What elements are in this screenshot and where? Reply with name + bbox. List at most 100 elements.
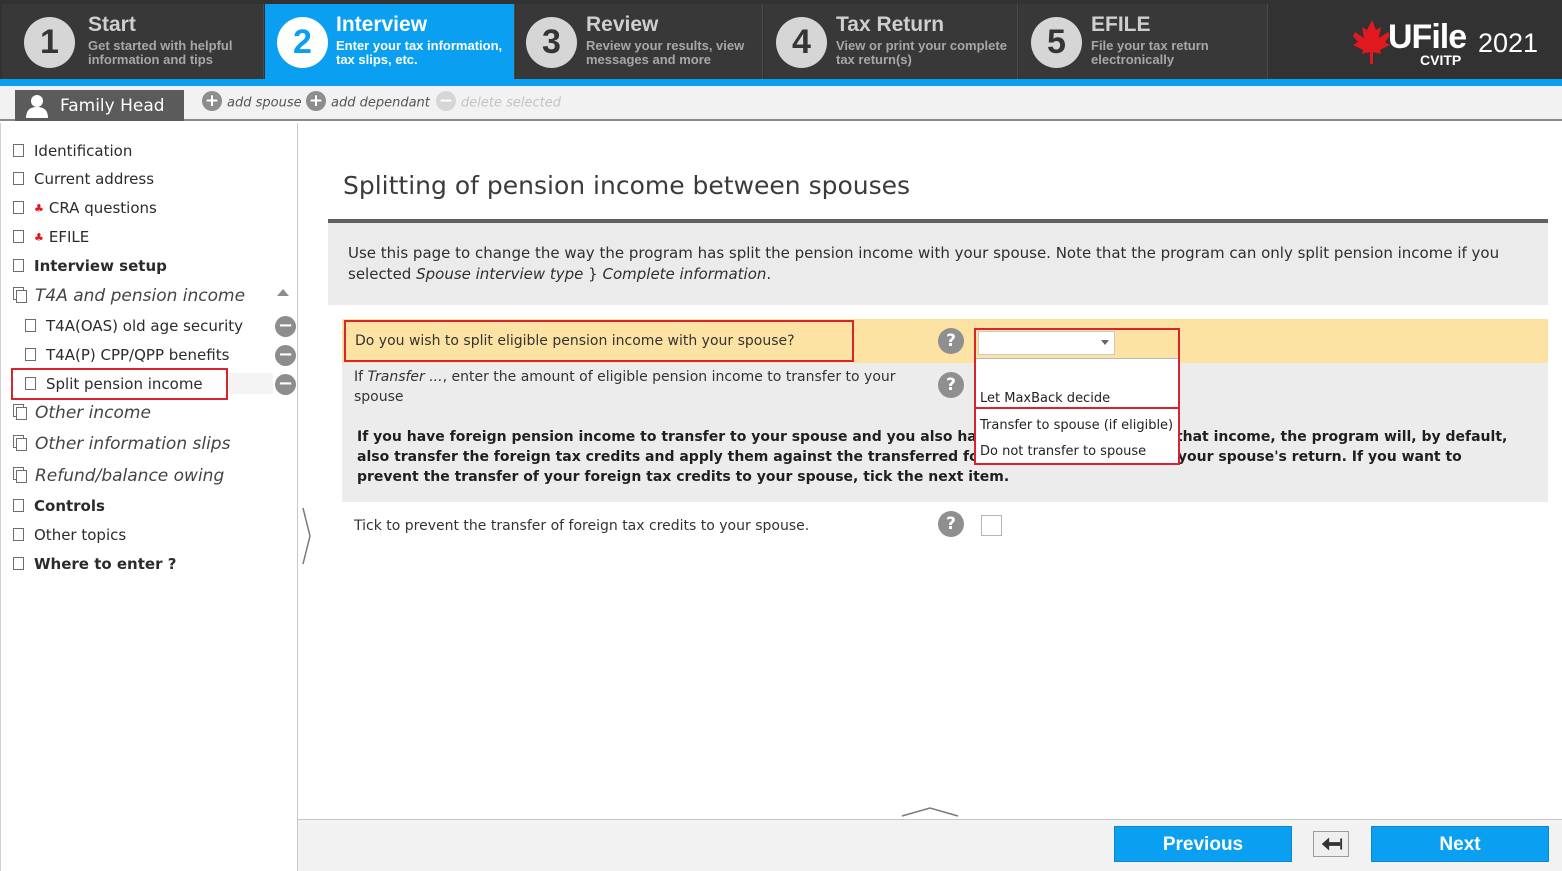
prevent-transfer-checkbox[interactable]	[981, 515, 1002, 536]
sidebar-item-t4a-oas[interactable]: T4A(OAS) old age security	[25, 317, 243, 339]
sidebar-item-label: Other income	[35, 403, 151, 423]
checkbox-icon	[13, 557, 24, 570]
remove-t4a-oas-button[interactable]: −	[275, 316, 296, 337]
step-efile[interactable]: 5 EFILE File your tax return electronica…	[1019, 4, 1268, 79]
split-pension-select[interactable]	[978, 331, 1115, 355]
remove-t4a-p-button[interactable]: −	[275, 345, 296, 366]
sidebar-item-controls[interactable]: Controls	[13, 497, 105, 519]
sidebar-item-label: Current address	[34, 170, 155, 188]
checkbox-icon	[13, 201, 24, 214]
interview-sidebar: Identification Current address ♣ CRA ques…	[0, 123, 298, 871]
step-interview[interactable]: 2 Interview Enter your tax information, …	[265, 4, 515, 79]
intro-emphasis: Spouse interview type	[416, 265, 584, 283]
intro-text-part: }	[583, 265, 603, 283]
add-spouse-button[interactable]: + add spouse	[202, 91, 302, 111]
family-bar: Family Head + add spouse + add dependant −…	[0, 86, 1562, 121]
checkbox-icon	[13, 259, 24, 272]
step-description: File your tax return electronically	[1091, 38, 1209, 67]
sidebar-group-other-slips[interactable]: Other information slips	[13, 434, 230, 456]
dropdown-option-maxback[interactable]: Let MaxBack decide	[976, 386, 1178, 410]
delete-selected-label: delete selected	[461, 95, 561, 111]
sidebar-item-cra-questions[interactable]: ♣ CRA questions	[13, 199, 157, 221]
step-description: Review your results, view messages and m…	[586, 38, 745, 67]
maple-leaf-icon: ♣	[34, 202, 44, 215]
sidebar-item-t4a-p[interactable]: T4A(P) CPP/QPP benefits	[25, 346, 229, 368]
sidebar-group-t4a-pension[interactable]: T4A and pension income	[13, 286, 245, 308]
transfer-amount-question: If Transfer ..., enter the amount of eli…	[354, 367, 914, 407]
help-icon[interactable]: ?	[938, 511, 964, 537]
selected-row-background	[228, 373, 273, 394]
checkbox-icon	[25, 348, 36, 361]
sidebar-item-label: EFILE	[48, 228, 90, 246]
dropdown-option-transfer[interactable]: Transfer to spouse (if eligible)	[976, 413, 1178, 437]
delete-selected-button[interactable]: − delete selected	[436, 91, 561, 111]
checkbox-icon	[13, 172, 24, 185]
sidebar-item-split-pension-income[interactable]: Split pension income	[11, 368, 228, 400]
intro-emphasis: Complete information	[602, 265, 767, 283]
step-tax-return[interactable]: 4 Tax Return View or print your complete…	[764, 4, 1018, 79]
help-icon[interactable]: ?	[938, 328, 964, 354]
question-emphasis: Transfer ...	[367, 369, 443, 385]
sidebar-item-label: Identification	[34, 142, 133, 160]
sidebar-item-interview-setup[interactable]: Interview setup	[13, 257, 167, 279]
step-start[interactable]: 1 Start Get started with helpful informa…	[2, 4, 264, 79]
step-title: Tax Return	[836, 13, 945, 36]
logo-year: 2021	[1478, 28, 1539, 58]
sidebar-group-refund[interactable]: Refund/balance owing	[13, 466, 224, 488]
step-title: Review	[586, 13, 659, 36]
previous-button[interactable]: Previous	[1114, 826, 1292, 862]
step-title: Interview	[336, 13, 428, 36]
page-title: Splitting of pension income between spou…	[343, 171, 911, 200]
sidebar-item-label: T4A(P) CPP/QPP benefits	[46, 346, 230, 364]
pages-icon	[13, 404, 28, 420]
help-icon[interactable]: ?	[938, 372, 964, 398]
sidebar-item-where-to-enter[interactable]: Where to enter ?	[13, 555, 176, 577]
step-title: EFILE	[1091, 13, 1151, 36]
question-text-part: If	[354, 369, 368, 385]
sidebar-item-label: T4A and pension income	[35, 286, 246, 306]
maple-leaf-icon	[1353, 20, 1390, 64]
ufile-app: 1 Start Get started with helpful informa…	[0, 0, 1562, 871]
sidebar-item-label: Split pension income	[46, 375, 203, 393]
remove-split-pension-button[interactable]: −	[275, 374, 296, 395]
sidebar-item-label: Interview setup	[34, 257, 167, 275]
step-description: Enter your tax information, tax slips, e…	[336, 38, 503, 67]
ufile-logo: UFile 2021 CVITP	[1350, 18, 1550, 70]
sidebar-item-other-topics[interactable]: Other topics	[13, 526, 126, 548]
sidebar-item-label: Other information slips	[35, 434, 231, 454]
chevron-down-icon	[1101, 340, 1109, 345]
plus-icon: +	[202, 91, 222, 111]
step-number: 4	[776, 17, 827, 68]
plus-icon: +	[306, 91, 326, 111]
sidebar-item-identification[interactable]: Identification	[13, 142, 132, 164]
sidebar-toggle-icon[interactable]	[300, 506, 314, 566]
sidebar-group-other-income[interactable]: Other income	[13, 403, 151, 425]
checkbox-icon	[13, 144, 24, 157]
add-dependant-button[interactable]: + add dependant	[306, 91, 430, 111]
step-review[interactable]: 3 Review Review your results, view messa…	[516, 4, 763, 79]
sidebar-item-efile[interactable]: ♣ EFILE	[13, 228, 89, 250]
minus-icon: −	[436, 91, 456, 111]
checkbox-icon	[13, 499, 24, 512]
back-arrow-icon	[1321, 837, 1343, 851]
dropdown-option-blank[interactable]	[976, 359, 1178, 384]
next-button[interactable]: Next	[1371, 826, 1549, 862]
checkbox-icon	[13, 230, 24, 243]
sidebar-item-label: Controls	[34, 497, 105, 515]
sidebar-item-label: Where to enter ?	[34, 555, 177, 573]
pages-icon	[13, 467, 28, 483]
dropdown-option-no-transfer[interactable]: Do not transfer to spouse	[976, 439, 1178, 463]
logo-edition: CVITP	[1420, 52, 1462, 68]
sidebar-item-current-address[interactable]: Current address	[13, 170, 154, 192]
step-navigation-bar: 1 Start Get started with helpful informa…	[0, 0, 1562, 79]
collapse-up-icon[interactable]	[277, 289, 289, 296]
intro-text: Use this page to change the way the prog…	[328, 223, 1548, 305]
step-description: Get started with helpful information and…	[88, 38, 233, 67]
family-head-tab[interactable]: Family Head	[15, 90, 184, 121]
checkbox-icon	[25, 377, 36, 390]
foreign-tax-credit-note: If you have foreign pension income to tr…	[357, 429, 1508, 485]
prevent-transfer-question: Tick to prevent the transfer of foreign …	[354, 518, 810, 534]
step-number: 3	[526, 17, 577, 68]
chevron-up-icon[interactable]	[900, 806, 960, 818]
go-back-button[interactable]	[1313, 831, 1349, 857]
